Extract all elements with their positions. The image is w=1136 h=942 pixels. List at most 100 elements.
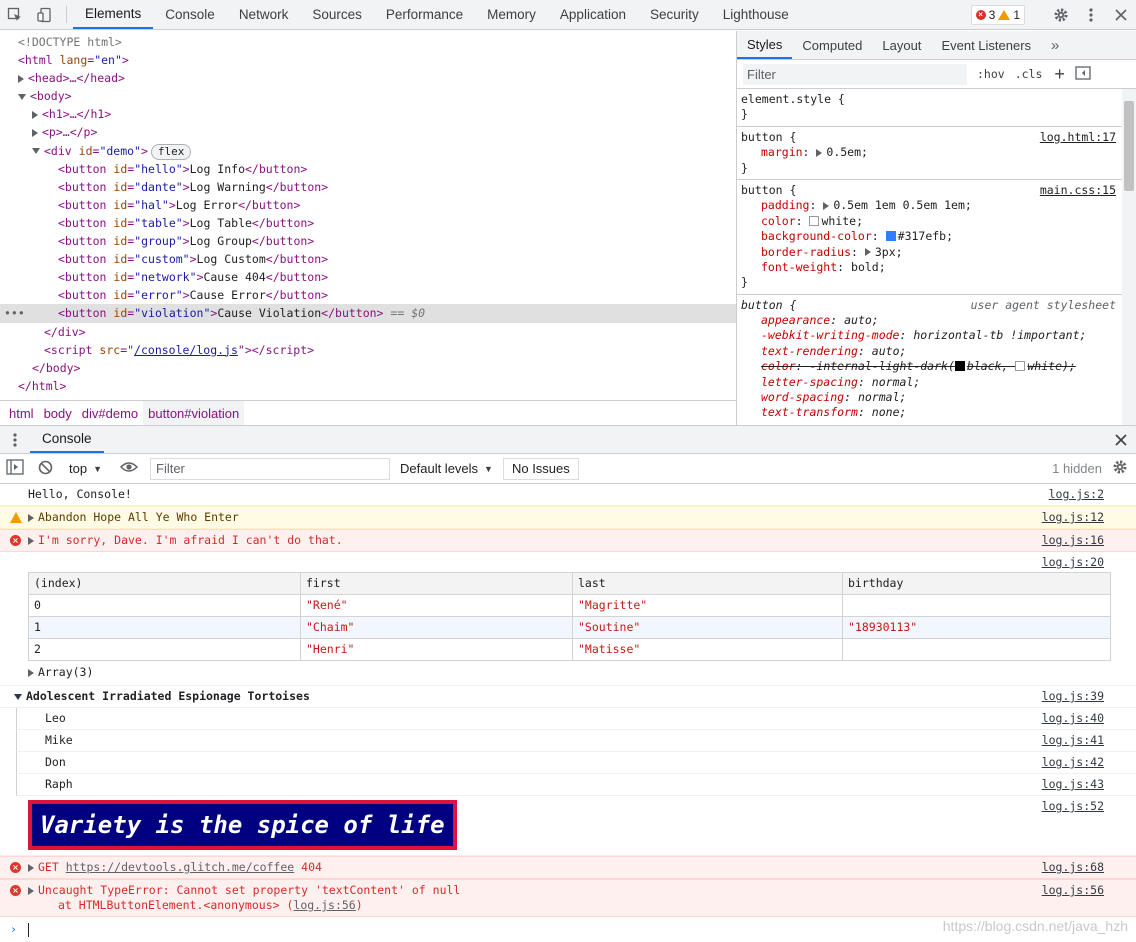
style-prop-padding[interactable]: padding: 0.5em 1em 0.5em 1em; — [741, 198, 1120, 213]
tab-memory[interactable]: Memory — [475, 0, 548, 29]
live-expression-eye-icon[interactable] — [119, 461, 139, 476]
message-source-link[interactable]: log.js:39 — [1042, 686, 1104, 707]
dom-node-doctype[interactable]: <!DOCTYPE html> — [0, 33, 736, 51]
tab-security[interactable]: Security — [638, 0, 711, 29]
style-rule-user-agent[interactable]: user agent stylesheet button { appearanc… — [737, 295, 1136, 424]
dom-node-button[interactable]: <button id="table">Log Table</button> — [0, 214, 736, 232]
message-source-link[interactable]: log.js:2 — [1049, 484, 1104, 505]
dom-node-html[interactable]: <html lang="en"> — [0, 51, 736, 69]
expand-arrow-icon[interactable] — [18, 74, 24, 83]
dom-node-div-demo[interactable]: <div id="demo"> flex — [0, 142, 736, 160]
toggle-sidebar-icon[interactable] — [1075, 65, 1091, 83]
context-selector[interactable]: top ▼ — [69, 461, 102, 476]
dom-node-button[interactable]: <button id="network">Cause 404</button> — [0, 268, 736, 286]
drawer-menu-icon[interactable] — [0, 426, 30, 453]
breadcrumb-div-demo[interactable]: div#demo — [77, 401, 143, 425]
dom-node-html-close[interactable]: </html> — [0, 377, 736, 395]
close-devtools-icon[interactable] — [1106, 8, 1136, 21]
flex-badge[interactable]: flex — [150, 143, 192, 160]
tab-lighthouse[interactable]: Lighthouse — [711, 0, 801, 29]
expand-arrow-icon[interactable] — [28, 863, 34, 872]
element-style-rule[interactable]: element.style { } — [737, 89, 1136, 127]
style-prop-color[interactable]: color: white; — [741, 214, 1120, 229]
device-toolbar-icon[interactable] — [30, 0, 60, 29]
tab-event-listeners[interactable]: Event Listeners — [931, 31, 1041, 59]
more-tabs-icon[interactable]: » — [1041, 31, 1069, 59]
expand-arrow-icon[interactable] — [28, 536, 34, 545]
dom-node-button[interactable]: <button id="custom">Log Custom</button> — [0, 250, 736, 268]
dom-node-p[interactable]: <p>…</p> — [0, 123, 736, 141]
table-header[interactable]: birthday — [842, 572, 1111, 595]
breadcrumb-html[interactable]: html — [4, 401, 39, 425]
rule-source-link[interactable]: main.css:15 — [1040, 183, 1116, 197]
expand-arrow-icon[interactable] — [28, 886, 34, 895]
expand-arrow-icon[interactable] — [823, 201, 830, 210]
collapse-arrow-icon[interactable] — [14, 693, 22, 700]
message-source-link[interactable]: log.js:20 — [1042, 552, 1104, 573]
array-summary[interactable]: Array(3) — [28, 661, 1136, 683]
style-prop-border-radius[interactable]: border-radius: 3px; — [741, 245, 1120, 260]
styles-scrollbar[interactable] — [1122, 89, 1136, 425]
console-group-header[interactable]: Adolescent Irradiated Espionage Tortoise… — [0, 686, 1136, 708]
expand-arrow-icon[interactable] — [28, 513, 34, 522]
dom-node-h1[interactable]: <h1>…</h1> — [0, 105, 736, 123]
tab-styles[interactable]: Styles — [737, 31, 793, 59]
dom-node-button[interactable]: <button id="hello">Log Info</button> — [0, 160, 736, 178]
tab-performance[interactable]: Performance — [374, 0, 475, 29]
no-issues-button[interactable]: No Issues — [502, 457, 579, 480]
dom-node-button[interactable]: ••• <button id="violation">Cause Violatio… — [0, 304, 736, 323]
tab-sources[interactable]: Sources — [300, 0, 374, 29]
collapse-arrow-icon[interactable] — [18, 93, 26, 100]
message-source-link[interactable]: log.js:43 — [1042, 774, 1104, 795]
tab-application[interactable]: Application — [548, 0, 638, 29]
close-drawer-icon[interactable] — [1106, 426, 1136, 453]
cls-toggle[interactable]: .cls — [1015, 67, 1043, 81]
dom-node-button[interactable]: <button id="dante">Log Warning</button> — [0, 178, 736, 196]
dom-node-button[interactable]: <button id="hal">Log Error</button> — [0, 196, 736, 214]
dom-node-head[interactable]: <head>…</head> — [0, 69, 736, 87]
dom-node-button[interactable]: <button id="group">Log Group</button> — [0, 232, 736, 250]
message-source-link[interactable]: log.js:68 — [1042, 857, 1104, 878]
clear-console-icon[interactable] — [38, 460, 53, 478]
expand-arrow-icon[interactable] — [32, 128, 38, 137]
new-rule-icon[interactable]: + — [1054, 64, 1065, 85]
tab-elements[interactable]: Elements — [73, 0, 154, 29]
tab-computed[interactable]: Computed — [792, 31, 872, 59]
message-source-link[interactable]: log.js:41 — [1042, 730, 1104, 751]
dom-node-div-close[interactable]: </div> — [0, 323, 736, 341]
drawer-tab-console[interactable]: Console — [30, 426, 104, 453]
message-source-link[interactable]: log.js:16 — [1042, 530, 1104, 551]
script-src-link[interactable]: /console/log.js — [134, 343, 238, 357]
table-header[interactable]: (index) — [28, 572, 301, 595]
console-filter-input[interactable]: Filter — [150, 457, 390, 480]
message-source-link[interactable]: log.js:40 — [1042, 708, 1104, 729]
message-source-link[interactable]: log.js:56 — [1042, 880, 1104, 901]
style-rule-main-css[interactable]: main.css:15 button { padding: 0.5em 1em … — [737, 180, 1136, 295]
scrollbar-thumb[interactable] — [1124, 101, 1134, 191]
table-header[interactable]: last — [572, 572, 843, 595]
style-prop-background-color[interactable]: background-color: #317efb; — [741, 229, 1120, 244]
expand-arrow-icon[interactable] — [28, 668, 34, 677]
color-swatch-white[interactable] — [809, 215, 820, 226]
expand-arrow-icon[interactable] — [816, 148, 823, 157]
color-swatch-blue[interactable] — [885, 231, 896, 242]
table-header[interactable]: first — [300, 572, 573, 595]
style-prop-font-weight[interactable]: font-weight: bold; — [741, 260, 1120, 275]
dom-node-body-close[interactable]: </body> — [0, 359, 736, 377]
breadcrumb-body[interactable]: body — [39, 401, 77, 425]
inspect-element-icon[interactable] — [0, 0, 30, 29]
expand-arrow-icon[interactable] — [864, 248, 871, 257]
styles-filter-input[interactable]: Filter — [743, 63, 967, 85]
tab-layout[interactable]: Layout — [872, 31, 931, 59]
tab-network[interactable]: Network — [227, 0, 301, 29]
console-settings-gear-icon[interactable] — [1112, 459, 1128, 478]
expand-arrow-icon[interactable] — [32, 110, 38, 119]
more-actions-icon[interactable]: ••• — [4, 304, 25, 322]
dom-node-script[interactable]: <script src="/console/log.js"></script> — [0, 341, 736, 359]
tab-console[interactable]: Console — [153, 0, 227, 29]
message-source-link[interactable]: log.js:42 — [1042, 752, 1104, 773]
message-source-link[interactable]: log.js:12 — [1042, 507, 1104, 528]
message-source-link[interactable]: log.js:52 — [1042, 796, 1104, 817]
style-rule-log-html[interactable]: log.html:17 button { margin: 0.5em; } — [737, 127, 1136, 180]
style-prop-margin[interactable]: margin: 0.5em; — [741, 145, 1120, 160]
